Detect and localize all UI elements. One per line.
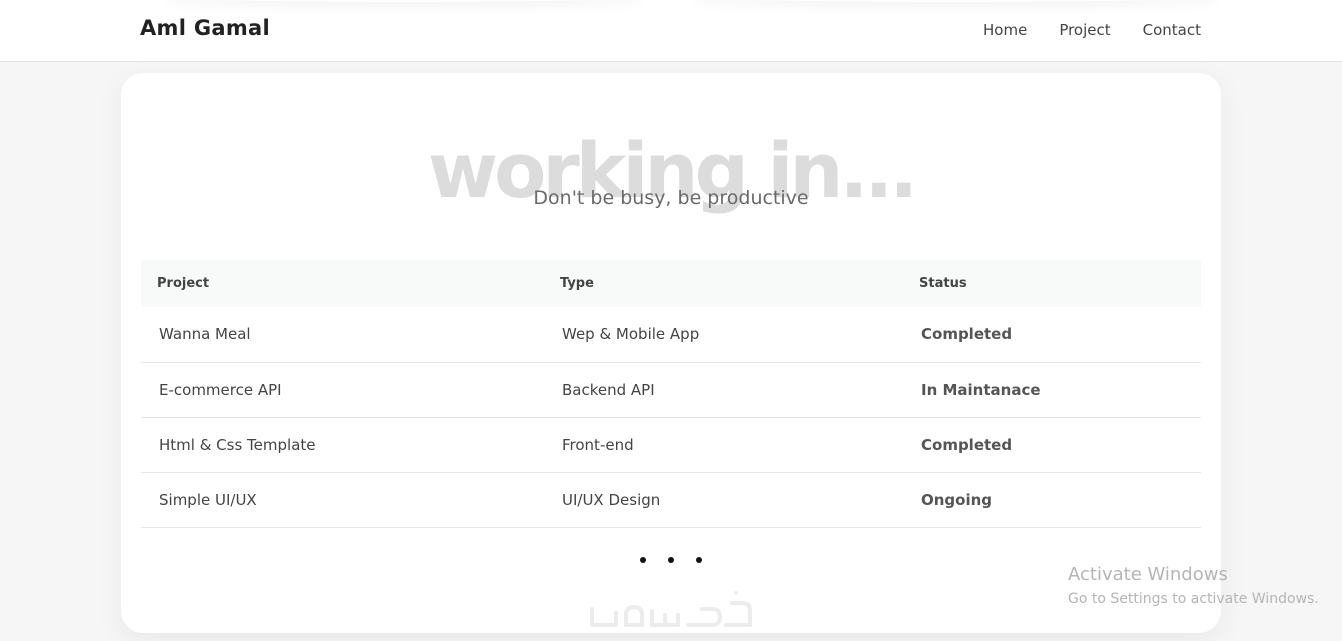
hero-subtitle: Don't be busy, be productive (533, 187, 809, 209)
cell-project: Wanna Meal (159, 325, 251, 344)
table-row: Html & Css Template Front-end Completed (141, 417, 1201, 472)
dot-icon (696, 557, 702, 563)
loading-dots (121, 557, 1221, 563)
cell-type: Front-end (562, 435, 634, 454)
projects-card: working in... Don't be busy, be producti… (121, 73, 1221, 633)
cell-status: Ongoing (921, 490, 993, 509)
table-row: Simple UI/UX UI/UX Design Ongoing (141, 472, 1201, 527)
brand-name[interactable]: Aml Gamal (140, 16, 270, 40)
nav-link-project[interactable]: Project (1059, 21, 1110, 39)
cell-project: Simple UI/UX (159, 490, 257, 509)
cell-project: E-commerce API (159, 380, 282, 399)
nav-link-home[interactable]: Home (983, 21, 1027, 39)
activation-subtitle: Go to Settings to activate Windows. (1068, 591, 1319, 607)
windows-activation-watermark: Activate Windows Go to Settings to activ… (1068, 564, 1319, 607)
activation-title: Activate Windows (1068, 564, 1228, 585)
cell-type: UI/UX Design (562, 490, 661, 509)
cell-project: Html & Css Template (159, 435, 316, 454)
header-project: Project (157, 276, 210, 291)
nav-link-contact[interactable]: Contact (1143, 21, 1201, 39)
table-row: Wanna Meal Wep & Mobile App Completed (141, 307, 1201, 362)
nav-menu: Home Project Contact (983, 21, 1201, 39)
projects-table: Project Type Status Wanna Meal Wep & Mob… (141, 260, 1201, 528)
header-status: Status (919, 276, 967, 291)
cell-status: Completed (921, 325, 1013, 344)
dot-icon (640, 557, 646, 563)
cell-type: Wep & Mobile App (562, 325, 700, 344)
site-logo-watermark-icon (590, 591, 752, 627)
table-header-row: Project Type Status (141, 260, 1201, 307)
cell-status: In Maintanace (921, 380, 1041, 399)
dot-icon (668, 557, 674, 563)
cell-type: Backend API (562, 380, 655, 399)
cell-status: Completed (921, 435, 1013, 454)
header-type: Type (560, 276, 594, 291)
table-row: E-commerce API Backend API In Maintanace (141, 362, 1201, 417)
navbar: Aml Gamal Home Project Contact (0, 0, 1342, 62)
